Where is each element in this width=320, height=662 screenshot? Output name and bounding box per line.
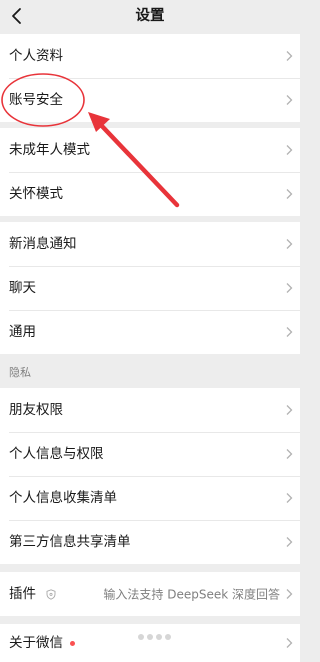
page-title: 设置	[135, 8, 165, 24]
plugins-item[interactable]: 插件 输入法支持 DeepSeek 深度回答	[0, 572, 300, 616]
minor-mode-label: 未成年人模式	[9, 142, 90, 158]
chevron-right-icon	[286, 327, 293, 337]
plugins-value: 输入法支持 DeepSeek 深度回答	[103, 587, 280, 602]
page-dot	[156, 634, 162, 640]
personal-info-collection-item[interactable]: 个人信息收集清单	[0, 476, 300, 520]
modes-group: 未成年人模式 关怀模式	[0, 128, 300, 216]
third-party-sharing-label: 第三方信息共享清单	[9, 534, 131, 550]
friend-permissions-label: 朋友权限	[9, 402, 63, 418]
privacy-section-title: 隐私	[9, 366, 31, 379]
nav-bar: 设置	[0, 0, 300, 34]
friend-permissions-item[interactable]: 朋友权限	[0, 388, 300, 432]
about-label: 关于微信	[9, 635, 63, 651]
general-item[interactable]: 通用	[0, 310, 300, 354]
notifications-label: 新消息通知	[9, 236, 77, 252]
care-mode-item[interactable]: 关怀模式	[0, 172, 300, 216]
notifications-item[interactable]: 新消息通知	[0, 222, 300, 266]
chevron-right-icon	[286, 638, 293, 648]
chevron-right-icon	[286, 95, 293, 105]
shield-icon	[46, 588, 56, 600]
chat-label: 聊天	[9, 280, 36, 296]
chevron-right-icon	[286, 493, 293, 503]
notification-dot	[70, 640, 75, 646]
page-indicator	[138, 634, 171, 640]
plugins-group: 插件 输入法支持 DeepSeek 深度回答	[0, 572, 300, 616]
chat-item[interactable]: 聊天	[0, 266, 300, 310]
privacy-group: 朋友权限 个人信息与权限 个人信息收集清单 第三方信息共享清单	[0, 388, 300, 564]
care-mode-label: 关怀模式	[9, 186, 63, 202]
chevron-right-icon	[286, 537, 293, 547]
chevron-right-icon	[286, 145, 293, 155]
general-group: 新消息通知 聊天 通用	[0, 222, 300, 354]
personal-info-permissions-item[interactable]: 个人信息与权限	[0, 432, 300, 476]
chevron-right-icon	[286, 449, 293, 459]
privacy-section-header: 隐私	[0, 358, 300, 388]
chevron-right-icon	[286, 589, 293, 599]
chevron-right-icon	[286, 51, 293, 61]
minor-mode-item[interactable]: 未成年人模式	[0, 128, 300, 172]
account-group: 个人资料 账号安全	[0, 34, 300, 122]
page-dot	[138, 634, 144, 640]
chevron-right-icon	[286, 283, 293, 293]
personal-info-collection-label: 个人信息收集清单	[9, 490, 117, 506]
about-item[interactable]: 关于微信	[0, 624, 300, 662]
chevron-right-icon	[286, 405, 293, 415]
page-dot	[147, 634, 153, 640]
general-label: 通用	[9, 324, 36, 340]
about-group: 关于微信	[0, 624, 300, 662]
personal-info-permissions-label: 个人信息与权限	[9, 446, 104, 462]
chevron-right-icon	[286, 189, 293, 199]
personal-info-label: 个人资料	[9, 48, 63, 64]
personal-info-item[interactable]: 个人资料	[0, 34, 300, 78]
account-security-label: 账号安全	[9, 92, 63, 108]
chevron-right-icon	[286, 239, 293, 249]
page-dot	[165, 634, 171, 640]
plugins-label: 插件	[9, 586, 36, 602]
account-security-item[interactable]: 账号安全	[0, 78, 300, 122]
third-party-sharing-item[interactable]: 第三方信息共享清单	[0, 520, 300, 564]
